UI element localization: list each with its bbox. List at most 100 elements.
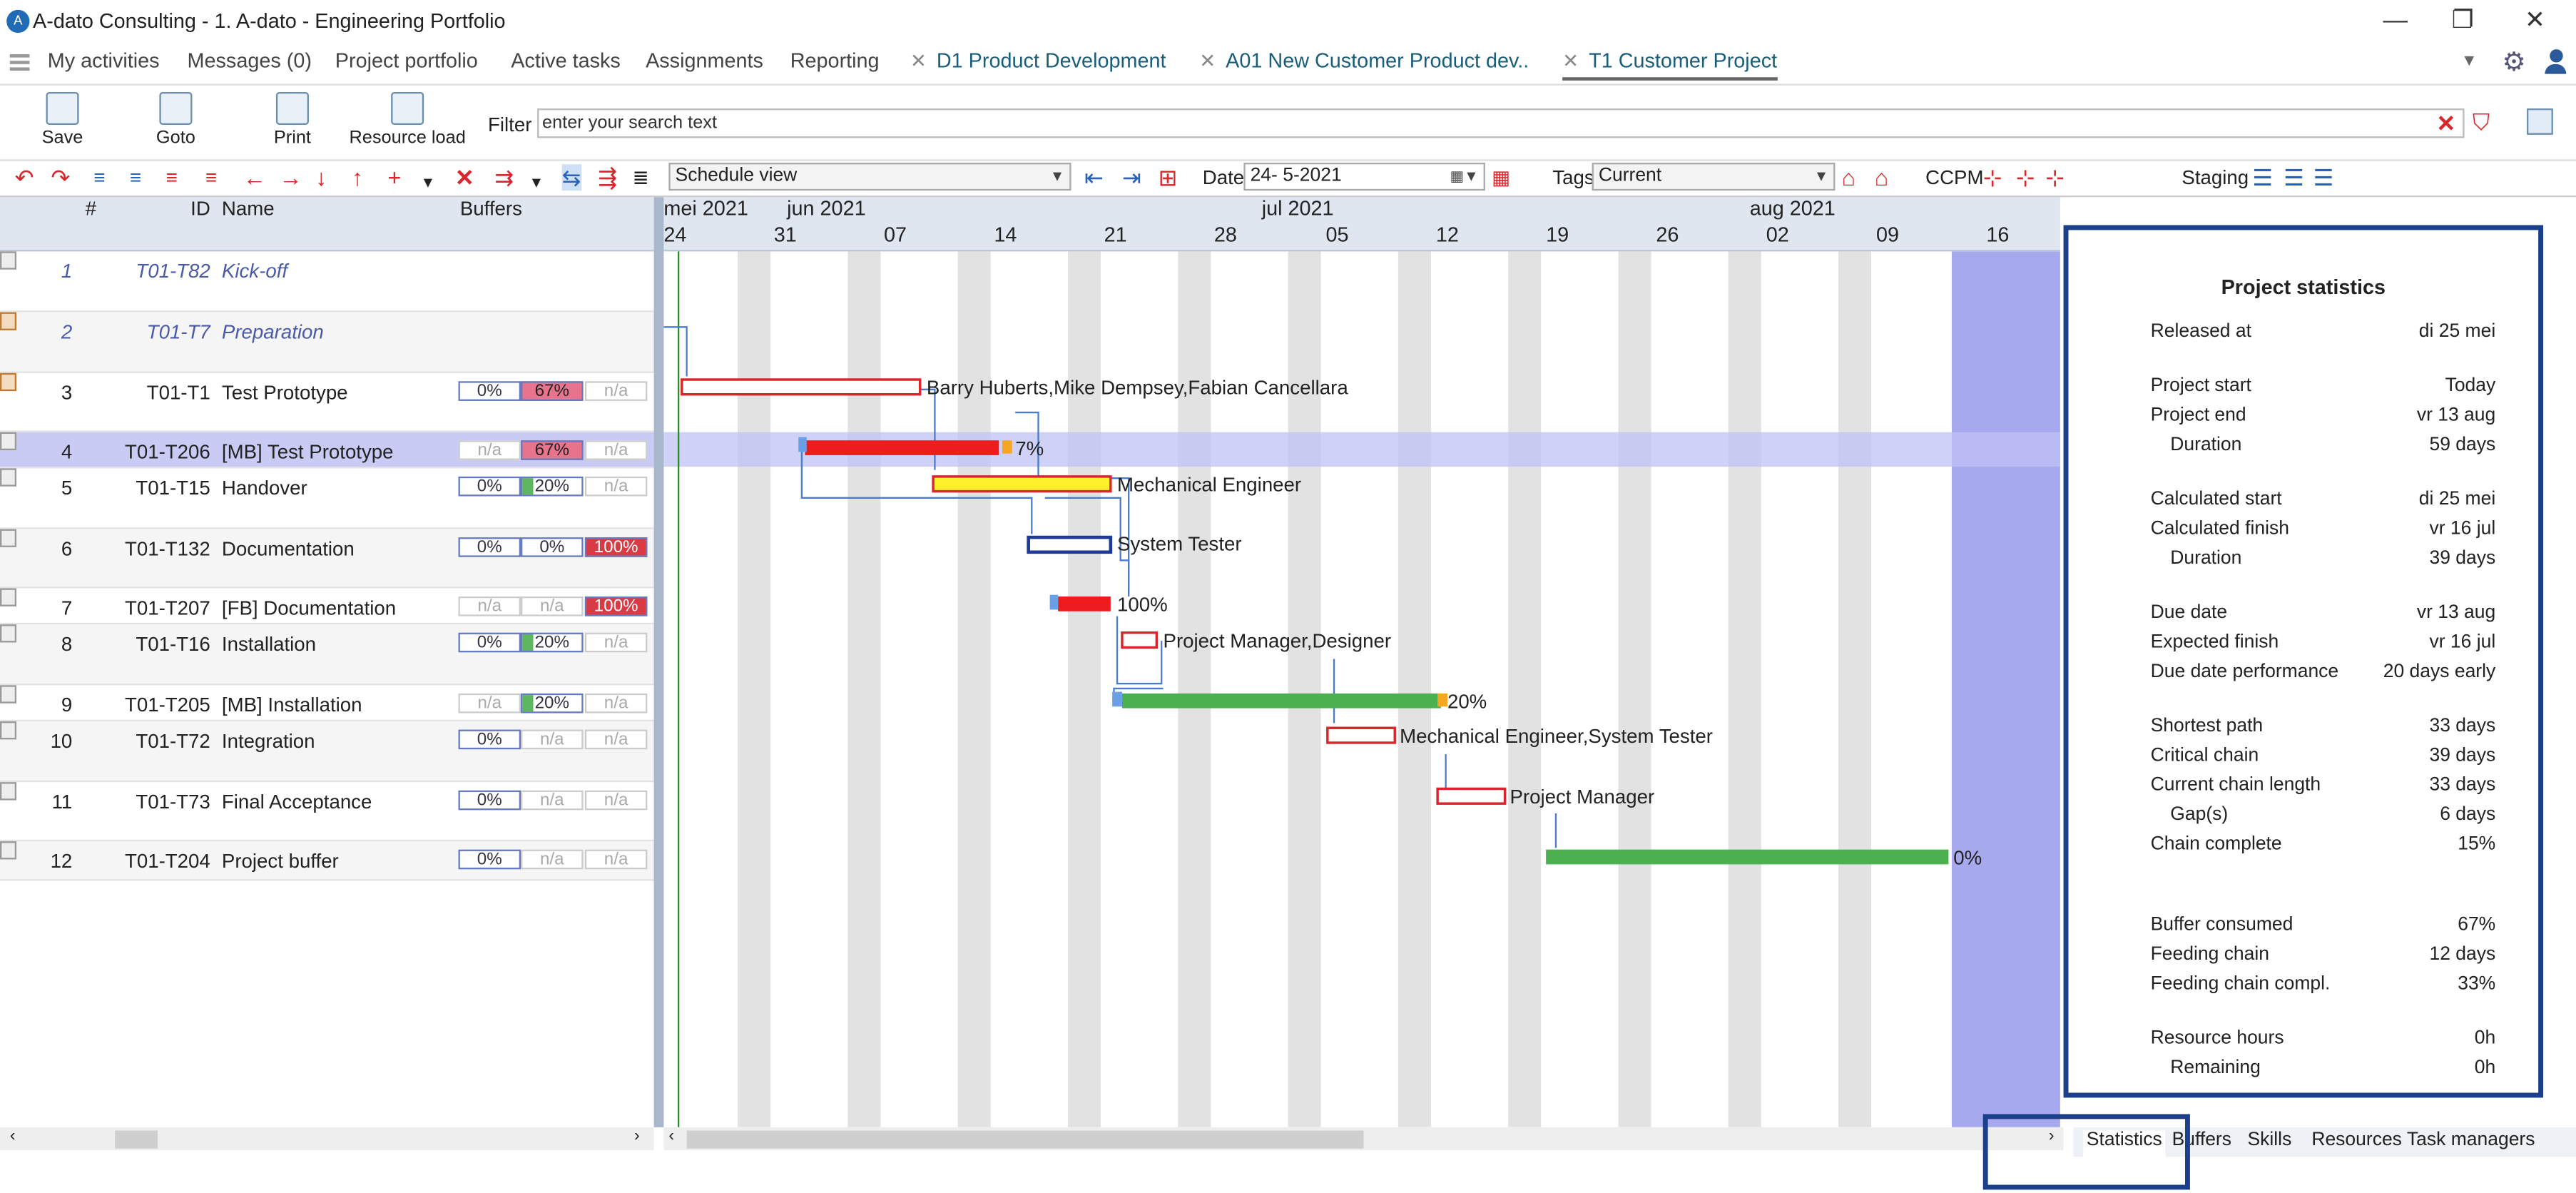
tab-my-activities[interactable]: My activities xyxy=(48,49,160,72)
outdent-icon[interactable]: ⇥ xyxy=(1122,164,1141,191)
date-picker[interactable]: 24- 5-2021 ▦▼ xyxy=(1243,162,1485,191)
col-buffers[interactable]: Buffers xyxy=(460,197,522,220)
untag-icon[interactable]: ⌂ xyxy=(1875,164,1889,191)
document-icon[interactable] xyxy=(0,251,17,270)
tab-task-managers[interactable]: Task managers xyxy=(2407,1130,2535,1150)
add-icon[interactable]: + xyxy=(388,164,402,191)
table-row[interactable]: 2 T01-T7 Preparation xyxy=(0,312,654,373)
document-icon[interactable] xyxy=(0,721,17,740)
ccpm-chain-icon[interactable]: ⊹ xyxy=(2045,164,2065,191)
filter-funnel-icon[interactable]: ⛉ xyxy=(2473,108,2490,136)
table-row[interactable]: 1 T01-T82 Kick-off xyxy=(0,251,654,313)
collapse-icon[interactable]: ⇶ xyxy=(598,164,617,191)
table-row[interactable]: 8 T01-T16 Installation 0% 20% n/a xyxy=(0,624,654,686)
goto-button[interactable]: Goto xyxy=(148,91,203,148)
staging-2-icon[interactable]: ☰ xyxy=(2284,164,2304,191)
tab-resources[interactable]: Resources xyxy=(2311,1130,2402,1150)
col-id[interactable]: ID xyxy=(190,197,210,220)
tab-reporting[interactable]: Reporting xyxy=(790,49,880,72)
resource-load-button[interactable]: Resource load xyxy=(348,91,467,148)
scroll-thumb[interactable] xyxy=(115,1130,158,1149)
arrow-down-icon[interactable]: ↓ xyxy=(315,164,327,191)
table-row[interactable]: 5 T01-T15 Handover 0% 20% n/a xyxy=(0,468,654,529)
view-select[interactable]: Schedule view ▼ xyxy=(668,162,1071,191)
document-icon[interactable] xyxy=(0,312,17,330)
tags-select[interactable]: Current ▼ xyxy=(1592,162,1836,191)
table-row[interactable]: 11 T01-T73 Final Acceptance 0% n/a n/a xyxy=(0,782,654,842)
col-num[interactable]: # xyxy=(86,197,96,220)
document-icon[interactable] xyxy=(0,841,17,860)
grid-scrollbar[interactable]: ‹ › xyxy=(0,1127,654,1151)
tab-active-tasks[interactable]: Active tasks xyxy=(511,49,621,72)
document-icon[interactable] xyxy=(0,624,17,643)
clear-filter-icon[interactable]: ✕ xyxy=(2436,110,2455,138)
user-icon[interactable] xyxy=(2545,49,2567,74)
scroll-right-icon[interactable]: › xyxy=(634,1127,640,1145)
restore-button[interactable]: ❐ xyxy=(2445,5,2481,38)
table-row[interactable]: 9 T01-T205 [MB] Installation n/a 20% n/a xyxy=(0,685,654,722)
ccpm-add-icon[interactable]: ⊹ xyxy=(1983,164,2002,191)
schedule-icon[interactable]: ⊞ xyxy=(1159,164,1178,191)
tab-project-portfolio[interactable]: Project portfolio xyxy=(335,49,478,72)
indent-icon[interactable]: ⇤ xyxy=(1084,164,1104,191)
undo-icon[interactable]: ↶ xyxy=(15,164,34,191)
tab-messages[interactable]: Messages (0) xyxy=(188,49,312,72)
move-row-icon[interactable]: ≡ xyxy=(205,164,217,191)
outline-icon[interactable]: ≣ xyxy=(633,164,649,191)
minimize-button[interactable]: — xyxy=(2377,5,2413,38)
link-dropdown-icon[interactable]: ▼ xyxy=(529,169,544,196)
tab-d1-product-development[interactable]: ✕ D1 Product Development xyxy=(910,49,1166,72)
insert-task-icon[interactable]: ≡ xyxy=(130,164,141,191)
table-row[interactable]: 3 T01-T1 Test Prototype 0% 67% n/a xyxy=(0,372,654,432)
ccpm-remove-icon[interactable]: ⊹ xyxy=(2016,164,2035,191)
tag-icon[interactable]: ⌂ xyxy=(1842,164,1856,191)
close-tab-icon[interactable]: ✕ xyxy=(910,49,927,72)
tab-a01-new-customer[interactable]: ✕ A01 New Customer Product dev.. xyxy=(1199,49,1529,72)
calendar-grid-icon[interactable]: ▦ xyxy=(1492,164,1510,191)
document-icon[interactable] xyxy=(0,782,17,801)
col-name[interactable]: Name xyxy=(222,197,275,220)
scroll-left-icon[interactable]: ‹ xyxy=(668,1127,674,1145)
table-row[interactable]: 10 T01-T72 Integration 0% n/a n/a xyxy=(0,721,654,783)
table-row[interactable]: 12 T01-T204 Project buffer 0% n/a n/a xyxy=(0,841,654,881)
arrow-right-icon[interactable]: → xyxy=(280,164,302,191)
scroll-left-icon[interactable]: ‹ xyxy=(10,1127,16,1145)
gantt-scrollbar[interactable]: ‹ › xyxy=(663,1127,2064,1151)
document-icon[interactable] xyxy=(0,685,17,704)
close-button[interactable]: ✕ xyxy=(2517,5,2553,38)
delete-icon[interactable]: ✕ xyxy=(455,164,474,191)
dropdown-icon[interactable]: ▼ xyxy=(2461,53,2478,71)
gear-icon[interactable]: ⚙ xyxy=(2502,46,2525,78)
grid-gantt-splitter[interactable] xyxy=(653,197,664,1127)
document-icon[interactable] xyxy=(0,529,17,547)
table-row[interactable]: 7 T01-T207 [FB] Documentation n/a n/a 100% xyxy=(0,588,654,625)
print-button[interactable]: Print xyxy=(266,91,319,148)
hamburger-menu-icon[interactable] xyxy=(9,54,30,71)
row-number: 3 xyxy=(61,381,73,405)
tab-t1-customer-project[interactable]: ✕ T1 Customer Project xyxy=(1562,49,1778,81)
close-tab-icon[interactable]: ✕ xyxy=(1199,49,1216,72)
table-row[interactable]: 4 T01-T206 [MB] Test Prototype n/a 67% n/a xyxy=(0,432,654,469)
add-dropdown-icon[interactable]: ▼ xyxy=(421,169,436,196)
staging-3-icon[interactable]: ☰ xyxy=(2313,164,2334,191)
toggle-view-icon[interactable]: ⇆ xyxy=(561,164,581,191)
filter-search-input[interactable]: enter your search text xyxy=(537,108,2465,138)
tab-skills[interactable]: Skills xyxy=(2248,1130,2292,1150)
link-icon[interactable]: ⇉ xyxy=(494,164,514,191)
staging-1-icon[interactable]: ☰ xyxy=(2252,164,2273,191)
document-icon[interactable] xyxy=(0,372,17,392)
add-task-icon[interactable]: ≡ xyxy=(93,164,105,191)
table-row[interactable]: 6 T01-T132 Documentation 0% 0% 100% xyxy=(0,529,654,589)
search-options-icon[interactable] xyxy=(2527,108,2553,135)
document-icon[interactable] xyxy=(0,588,17,606)
document-icon[interactable] xyxy=(0,432,17,451)
close-tab-icon[interactable]: ✕ xyxy=(1562,49,1579,72)
delete-row-icon[interactable]: ≡ xyxy=(166,164,178,191)
document-icon[interactable] xyxy=(0,468,17,487)
scroll-thumb[interactable] xyxy=(686,1130,1364,1149)
arrow-up-icon[interactable]: ↑ xyxy=(352,164,363,191)
redo-icon[interactable]: ↷ xyxy=(51,164,70,191)
arrow-left-icon[interactable]: ← xyxy=(243,164,266,191)
save-button[interactable]: Save xyxy=(36,91,89,148)
tab-assignments[interactable]: Assignments xyxy=(646,49,763,72)
